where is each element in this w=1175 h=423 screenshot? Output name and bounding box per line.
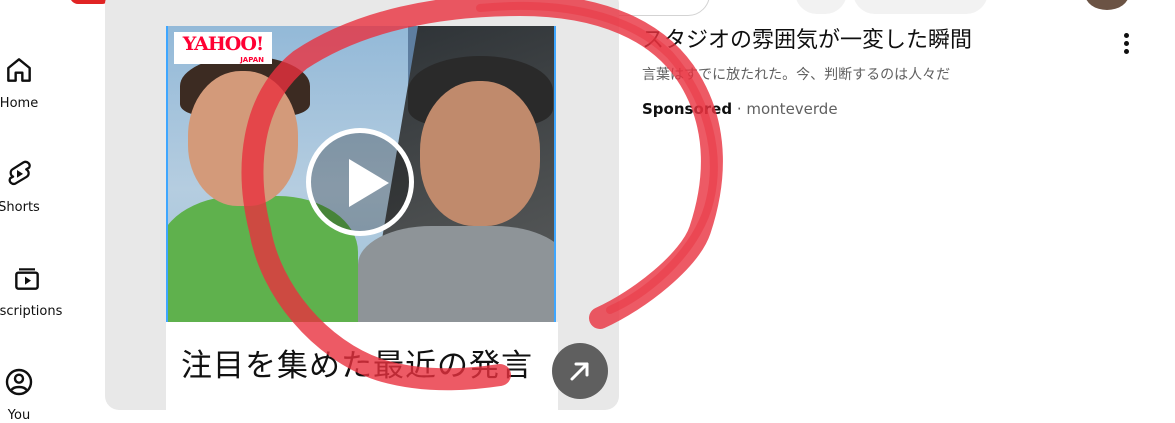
shorts-icon xyxy=(8,160,31,185)
sidebar-item-home[interactable]: Home xyxy=(0,54,59,111)
sidebar: Home Shorts oscriptions You xyxy=(0,0,80,423)
sponsored-label: Sponsored xyxy=(642,100,733,118)
you-icon xyxy=(5,368,33,396)
sidebar-item-label: Shorts xyxy=(0,200,40,215)
sidebar-item-label: oscriptions xyxy=(0,304,63,319)
more-options-icon[interactable] xyxy=(1114,30,1138,58)
ad-description: 言葉はすでに放たれた。今、判断するのは人々だ xyxy=(642,67,951,83)
sidebar-item-you[interactable]: You xyxy=(0,366,59,423)
voice-search-button[interactable] xyxy=(795,0,847,14)
sidebar-item-label: Home xyxy=(0,96,39,111)
ad-caption: 注目を集めた最近の発言 xyxy=(181,348,533,384)
open-link-button[interactable] xyxy=(552,343,608,399)
ad-title[interactable]: スタジオの雰囲気が一変した瞬間 xyxy=(642,22,972,54)
sidebar-item-label: You xyxy=(7,408,31,423)
thumbnail-shape xyxy=(358,226,554,322)
thumbnail-shape xyxy=(420,81,540,226)
yahoo-japan-logo: YAHOO! JAPAN xyxy=(174,32,272,64)
play-button[interactable] xyxy=(306,128,414,236)
arrow-up-right-icon xyxy=(570,362,589,381)
separator: · xyxy=(732,100,747,118)
sidebar-item-shorts[interactable]: Shorts xyxy=(0,158,59,215)
play-icon xyxy=(349,159,389,207)
logo-subtext: JAPAN xyxy=(240,56,264,64)
avatar[interactable] xyxy=(1085,0,1129,10)
ad-sponsor-line: Sponsored · monteverde xyxy=(642,100,838,118)
advertiser-name[interactable]: monteverde xyxy=(746,100,837,118)
logo-text: YAHOO! xyxy=(182,33,264,55)
ad-video-thumbnail[interactable]: YAHOO! JAPAN xyxy=(166,26,556,322)
subscriptions-icon xyxy=(15,268,39,290)
home-icon xyxy=(7,58,31,82)
thumbnail-shape xyxy=(188,71,298,206)
create-button[interactable] xyxy=(853,0,988,14)
sidebar-item-subscriptions[interactable]: oscriptions xyxy=(0,262,71,319)
